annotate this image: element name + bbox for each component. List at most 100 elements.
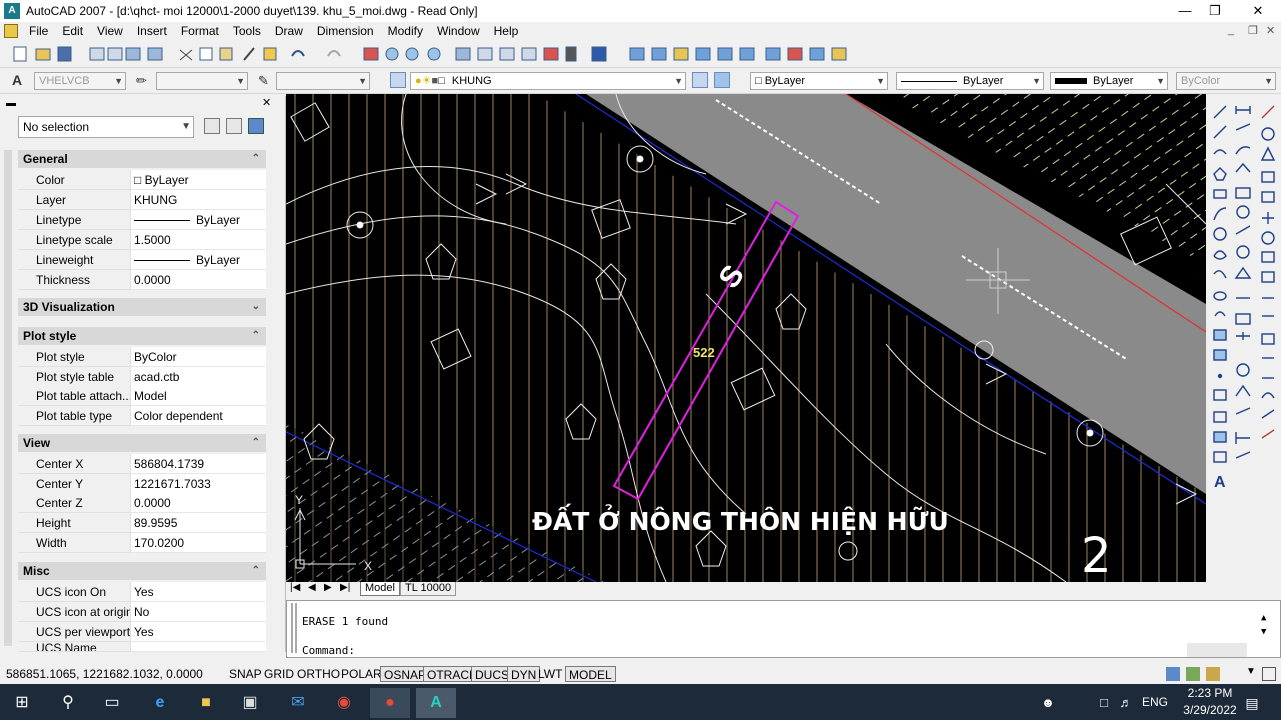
menu-modify[interactable]: Modify — [381, 24, 430, 38]
palette-close-icon[interactable]: ✕ — [262, 96, 271, 109]
prop-row-color[interactable]: Color □ ByLayer — [18, 170, 266, 190]
section-general[interactable]: General ⌃ — [18, 150, 266, 168]
tab-prev-icon[interactable]: ◀ — [308, 582, 316, 593]
multiline-text-icon[interactable]: A — [1214, 474, 1226, 492]
doc-close-icon[interactable]: ✕ — [1266, 24, 1275, 37]
tab-first-icon[interactable]: |◀ — [290, 582, 300, 593]
menu-help[interactable]: Help — [487, 24, 526, 38]
palette-autohide-icon[interactable]: ▬ — [6, 98, 16, 109]
document-icon[interactable] — [4, 24, 18, 38]
menu-edit[interactable]: Edit — [55, 24, 90, 38]
layer-previous-icon[interactable] — [714, 72, 730, 88]
prop-row-plot-table-type[interactable]: Plot table type Color dependent — [18, 406, 266, 426]
clock-time[interactable]: 2:23 PM — [1180, 686, 1240, 700]
polar-toggle[interactable]: POLAR — [338, 666, 385, 682]
prop-row-linetype-scale[interactable]: Linetype scale 1.5000 — [18, 230, 266, 250]
layer-combo[interactable]: ●☀■□ KHUNG ▼ — [410, 72, 686, 90]
command-scroll-up-icon[interactable]: ▲ — [1261, 613, 1266, 623]
section-misc[interactable]: Misc ⌃ — [18, 562, 266, 580]
section-3d-visualization[interactable]: 3D Visualization ⌄ — [18, 298, 266, 316]
communication-center-icon[interactable] — [1166, 667, 1180, 681]
plot-style-combo[interactable]: ByColor ▼ — [1176, 72, 1276, 90]
make-current-layer-icon[interactable] — [692, 72, 708, 88]
ortho-toggle[interactable]: ORTHO — [294, 666, 343, 682]
close-icon[interactable]: ✕ — [1235, 0, 1281, 22]
doc-restore-icon[interactable]: ❐ — [1248, 24, 1258, 37]
dim-style-combo[interactable]: ▼ — [156, 72, 248, 90]
command-scroll-down-icon[interactable]: ▼ — [1261, 627, 1266, 637]
autocad-app-icon[interactable]: A — [4, 3, 20, 19]
prop-row-ucs-icon-origin[interactable]: UCS icon at origin No — [18, 602, 266, 622]
autocad-taskbar-icon[interactable]: A — [416, 688, 456, 718]
dim-style-icon[interactable]: ✏ — [136, 73, 147, 89]
menu-insert[interactable]: Insert — [130, 24, 174, 38]
people-icon[interactable]: ☻ — [1028, 688, 1068, 718]
zalo-icon[interactable]: ● — [370, 688, 410, 718]
command-grip[interactable] — [291, 603, 297, 653]
palette-side-bar[interactable] — [4, 150, 12, 646]
menu-window[interactable]: Window — [430, 24, 487, 38]
prop-row-plot-style-table[interactable]: Plot style table acad.ctb — [18, 367, 266, 387]
grid-toggle[interactable]: GRID — [261, 666, 297, 682]
prop-row-plot-style[interactable]: Plot style ByColor — [18, 347, 266, 367]
edge-browser-icon[interactable]: e — [140, 688, 180, 718]
drawing-svg[interactable]: S 522 ĐẤT Ở NÔNG THÔN HIỆN HỮU 2 X Y — [286, 94, 1206, 582]
prop-row-layer[interactable]: Layer KHUNG — [18, 190, 266, 210]
lwt-toggle[interactable]: LWT — [535, 666, 565, 682]
menu-tools[interactable]: Tools — [226, 24, 268, 38]
language-indicator[interactable]: ENG — [1142, 695, 1168, 709]
text-style-combo[interactable]: VHELVCB ▼ — [34, 72, 126, 90]
snap-toggle[interactable]: SNAP — [226, 666, 265, 682]
volume-icon[interactable]: ♬ — [1106, 688, 1146, 718]
prop-row-center-y[interactable]: Center Y 1221671.7033 — [18, 474, 266, 494]
table-style-combo[interactable]: ▼ — [276, 72, 370, 90]
select-objects-icon[interactable] — [226, 118, 242, 134]
menu-format[interactable]: Format — [174, 24, 226, 38]
selection-combo[interactable]: No selection ▼ — [18, 116, 194, 138]
toggle-pickadd-icon[interactable] — [204, 118, 220, 134]
coordinate-readout[interactable]: 586851.1065, 1221682.1032, 0.0000 — [6, 666, 203, 682]
prop-row-height[interactable]: Height 89.9595 — [18, 513, 266, 533]
command-prompt[interactable]: Command: — [302, 644, 355, 657]
quick-select-icon[interactable] — [248, 118, 264, 134]
tab-last-icon[interactable]: ▶| — [340, 582, 350, 593]
prop-row-center-x[interactable]: Center X 586804.1739 — [18, 454, 266, 474]
menu-file[interactable]: File — [22, 24, 55, 38]
linetype-combo[interactable]: ByLayer ▼ — [896, 72, 1044, 90]
draw-modify-icons[interactable] — [1206, 102, 1281, 502]
clean-screen-icon[interactable] — [1262, 667, 1276, 681]
model-toggle[interactable]: MODEL — [565, 666, 616, 682]
prop-row-linetype[interactable]: Linetype ByLayer — [18, 210, 266, 230]
standard-toolbar-icons[interactable] — [0, 42, 860, 68]
windows-start-icon[interactable]: ⊞ — [2, 688, 42, 718]
prop-row-center-z[interactable]: Center Z 0.0000 — [18, 493, 266, 513]
section-plot-style[interactable]: Plot style ⌃ — [18, 327, 266, 345]
menu-draw[interactable]: Draw — [268, 24, 310, 38]
prop-row-ucs-per-viewport[interactable]: UCS per viewport Yes — [18, 622, 266, 642]
table-style-icon[interactable]: ✎ — [258, 73, 269, 89]
section-view[interactable]: View ⌃ — [18, 434, 266, 452]
drawing-canvas[interactable]: S 522 ĐẤT Ở NÔNG THÔN HIỆN HỮU 2 X Y — [286, 94, 1206, 582]
doc-minimize-icon[interactable]: _ — [1228, 24, 1234, 36]
menu-dimension[interactable]: Dimension — [310, 24, 381, 38]
prop-row-width[interactable]: Width 170.0200 — [18, 533, 266, 553]
task-view-icon[interactable]: ▭ — [92, 688, 132, 718]
layer-manager-icon[interactable] — [390, 72, 406, 88]
tab-tl-10000[interactable]: TL 10000 — [400, 582, 457, 596]
prop-row-ucs-icon-on[interactable]: UCS icon On Yes — [18, 582, 266, 602]
toolbar-lock-icon[interactable] — [1186, 667, 1200, 681]
notifications-icon[interactable]: ▤ — [1232, 688, 1272, 718]
command-hscroll[interactable] — [1187, 643, 1247, 657]
chrome-icon[interactable]: ◉ — [324, 688, 364, 718]
tab-next-icon[interactable]: ▶ — [324, 582, 332, 593]
tab-model[interactable]: Model — [360, 582, 400, 596]
search-icon[interactable]: ⚲ — [48, 688, 88, 718]
prop-row-ucs-name[interactable]: UCS Name — [18, 642, 266, 652]
lineweight-combo[interactable]: ByLayer ▼ — [1050, 72, 1168, 90]
file-explorer-icon[interactable]: ■ — [186, 688, 226, 718]
command-window[interactable]: ERASE 1 found Command: ▲ ▼ — [286, 600, 1281, 658]
mail-icon[interactable]: ✉ — [278, 688, 318, 718]
text-style-icon[interactable]: A — [12, 72, 22, 88]
status-tray-settings-icon[interactable] — [1206, 667, 1220, 681]
color-combo[interactable]: □ ByLayer ▼ — [750, 72, 888, 90]
